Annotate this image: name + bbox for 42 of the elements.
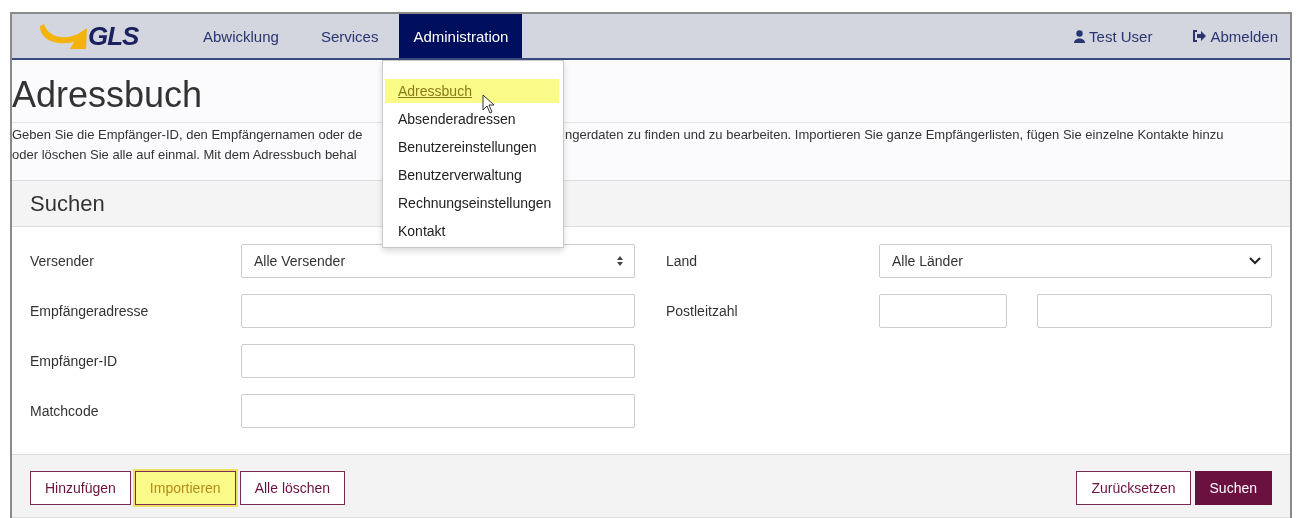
field-label: Empfängeradresse [30,303,150,319]
input-field[interactable] [879,294,1007,328]
menu-item[interactable]: Kontakt [385,219,559,243]
action-button[interactable]: Alle löschen [239,471,346,505]
input-field[interactable] [241,344,635,378]
select-value: Alle Versender [254,253,346,269]
country-select[interactable]: Alle Länder [879,244,1272,278]
nav-tab[interactable]: Administration [399,14,523,58]
logout-link[interactable]: Abmelden [1192,27,1278,45]
sort-icon [616,255,624,267]
field-label: Versender [30,253,95,269]
user-link[interactable]: Test User [1074,27,1153,45]
chevron-down-icon [1249,257,1261,265]
intro-text: oder löschen Sie alle auf einmal. Mit dem Adressbuch behal [12,147,358,162]
field-label: Empfänger-ID [30,353,119,369]
nav-tab[interactable]: Abwicklung [182,14,300,58]
field-label: Matchcode [30,403,100,419]
nav-tab[interactable]: Services [299,14,400,58]
logo-text: GLS [88,20,139,52]
menu-item[interactable]: Rechnungseinstellungen [385,191,559,215]
field-label: Postleitzahl [666,303,739,319]
reset-button[interactable]: Zurücksetzen [1076,471,1191,505]
field-label: Land [666,253,699,269]
swoosh-icon [38,22,88,50]
sign-out-icon [1192,30,1207,42]
mouse-pointer-icon [482,94,496,114]
panel-title: Suchen [30,190,105,217]
menu-item[interactable]: Benutzereinstellungen [385,135,559,159]
input-field[interactable] [241,394,635,428]
input-field[interactable] [1037,294,1272,328]
search-button[interactable]: Suchen [1194,471,1272,505]
user-icon [1074,29,1086,43]
sender-select[interactable]: Alle Versender [241,244,635,278]
menu-item[interactable]: Absenderadressen [385,107,559,131]
intro-text: ngerdaten zu finden und zu bearbeiten. Importieren Sie ganze Empfängerlisten, fügen Sie einzelne Kontakte hinzu [565,127,1225,142]
menu-item[interactable]: Adressbuch [385,79,559,103]
action-button[interactable]: Hinzufügen [30,471,131,505]
select-value: Alle Länder [892,253,963,269]
intro-text: Geben Sie die Empfänger-ID, den Empfängernamen oder de [12,127,364,142]
menu-item[interactable]: Benutzerverwaltung [385,163,559,187]
input-field[interactable] [241,294,635,328]
page-title: Adressbuch [12,74,203,116]
